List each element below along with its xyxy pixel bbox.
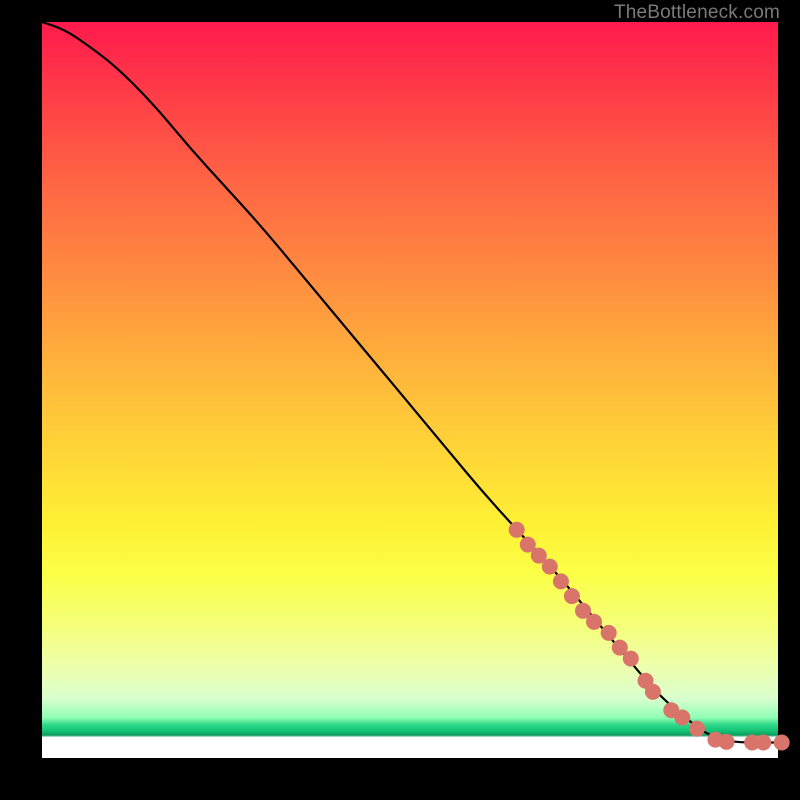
data-marker xyxy=(542,559,558,575)
data-marker xyxy=(601,625,617,641)
data-marker xyxy=(623,651,639,667)
data-marker xyxy=(645,684,661,700)
plot-area xyxy=(42,22,778,758)
main-curve xyxy=(42,22,778,743)
curve-svg xyxy=(42,22,778,758)
data-marker xyxy=(674,710,690,726)
data-marker xyxy=(755,735,771,751)
data-marker xyxy=(774,735,790,751)
data-marker xyxy=(564,588,580,604)
attribution-label: TheBottleneck.com xyxy=(614,2,780,24)
data-marker xyxy=(689,721,705,737)
data-marker xyxy=(586,614,602,630)
data-marker xyxy=(719,734,735,750)
data-marker xyxy=(509,522,525,538)
chart-stage: TheBottleneck.com xyxy=(0,0,800,800)
data-marker xyxy=(553,573,569,589)
marker-group xyxy=(509,522,790,751)
